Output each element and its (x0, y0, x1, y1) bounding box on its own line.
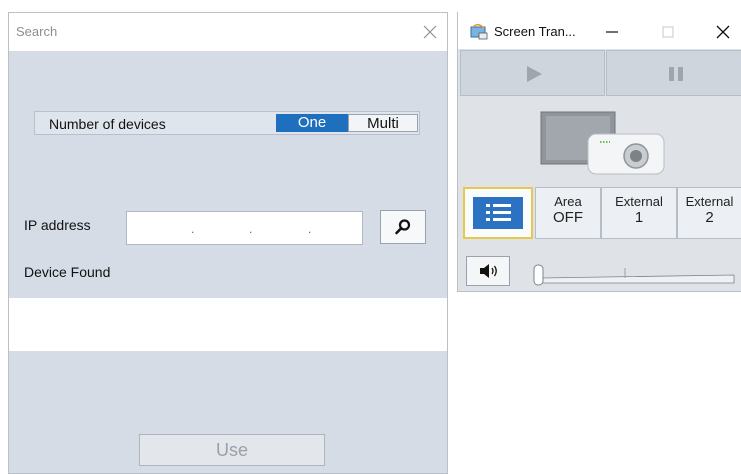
search-window-title: Search (16, 24, 58, 39)
use-button[interactable]: Use (139, 434, 325, 466)
ip-separator: . (191, 222, 195, 236)
close-icon[interactable] (713, 22, 733, 42)
projector-display-icon (460, 98, 741, 184)
search-titlebar: Search (9, 13, 447, 51)
search-icon (395, 219, 411, 235)
number-of-devices-label: Number of devices (49, 116, 166, 132)
screen-transfer-window: Screen Tran... Area OFF External 1 Exter… (457, 12, 741, 292)
ip-address-label: IP address (24, 217, 91, 233)
ip-search-button[interactable] (380, 210, 426, 244)
external-2-label: External (685, 194, 734, 209)
close-icon[interactable] (418, 20, 442, 44)
area-button-label: Area (554, 194, 582, 209)
number-of-devices-panel: Number of devices One Multi (34, 111, 420, 135)
list-icon (473, 197, 523, 229)
pause-button[interactable] (606, 50, 741, 96)
external-1-button[interactable]: External 1 (601, 187, 677, 239)
screen-transfer-title: Screen Tran... (494, 24, 576, 39)
maximize-icon[interactable] (658, 22, 678, 42)
external-1-label: External (615, 194, 663, 209)
device-found-list[interactable] (9, 298, 447, 351)
area-button-state: OFF (553, 209, 583, 226)
external-2-button[interactable]: External 2 (677, 187, 741, 239)
area-toggle-button[interactable]: Area OFF (535, 187, 601, 239)
external-1-number: 1 (634, 209, 644, 226)
app-icon (470, 24, 488, 40)
minimize-icon[interactable] (602, 22, 622, 42)
play-button[interactable] (460, 50, 605, 96)
play-icon (527, 66, 542, 82)
mute-button[interactable] (466, 256, 510, 286)
mode-one-button[interactable]: One (276, 114, 348, 132)
device-found-label: Device Found (24, 264, 111, 280)
volume-slider[interactable] (528, 255, 736, 287)
speaker-icon (480, 264, 497, 278)
ip-separator: . (308, 222, 312, 236)
ip-separator: . (249, 222, 253, 236)
mode-multi-button[interactable]: Multi (348, 114, 418, 132)
volume-slider-thumb (533, 264, 544, 286)
search-window: Search Number of devices One Multi IP ad… (8, 12, 448, 474)
pause-icon (669, 67, 683, 81)
external-2-number: 2 (705, 209, 714, 226)
ip-address-input[interactable]: . . . (126, 211, 363, 245)
source-list-button[interactable] (463, 187, 533, 239)
screen-transfer-titlebar: Screen Tran... (458, 12, 741, 49)
